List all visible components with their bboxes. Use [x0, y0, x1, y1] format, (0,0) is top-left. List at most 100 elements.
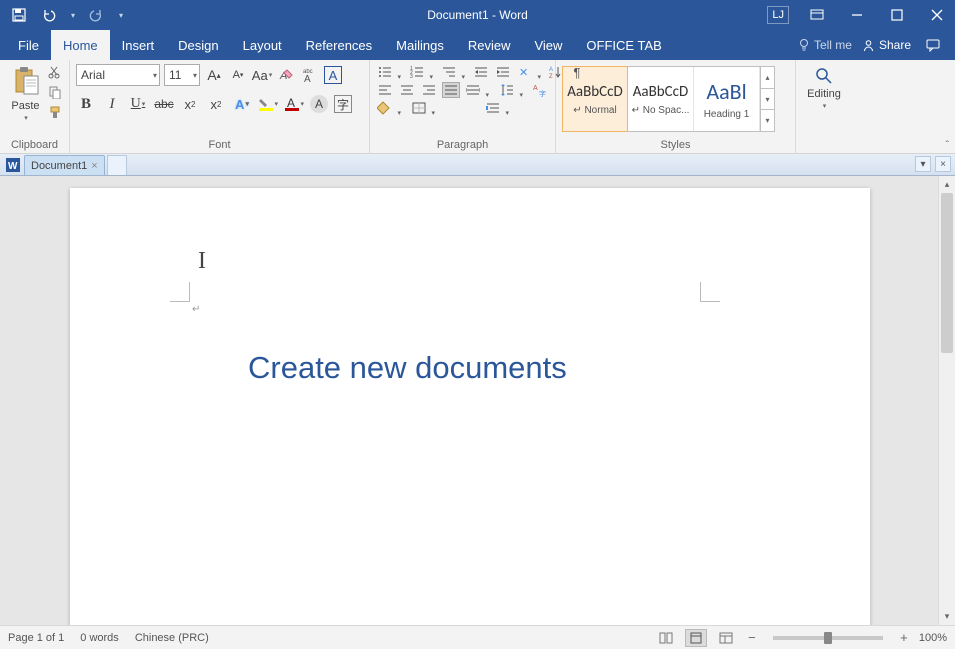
tab-references[interactable]: References	[294, 30, 384, 60]
font-size-combo[interactable]: 11▾	[164, 64, 200, 86]
increase-indent-icon[interactable]	[494, 64, 512, 80]
multilevel-list-icon[interactable]	[440, 64, 458, 80]
bold-button[interactable]: B	[76, 94, 96, 114]
tab-mailings[interactable]: Mailings	[384, 30, 456, 60]
cut-icon[interactable]	[47, 64, 63, 80]
share-icon	[862, 39, 875, 52]
share-button[interactable]: Share	[862, 38, 911, 52]
redo-icon[interactable]	[86, 0, 108, 30]
tab-view[interactable]: View	[522, 30, 574, 60]
status-words[interactable]: 0 words	[80, 632, 119, 644]
document-heading[interactable]: Create new documents	[248, 350, 567, 386]
tell-me-search[interactable]: Tell me	[798, 38, 852, 52]
undo-icon[interactable]	[38, 0, 60, 30]
page[interactable]: I ↵ Create new documents	[70, 188, 870, 625]
az-sort-icon[interactable]: A字	[530, 82, 548, 98]
word-app-icon: W	[6, 158, 20, 172]
document-tab[interactable]: Document1 ×	[24, 155, 105, 175]
sort-icon[interactable]: AZ	[546, 64, 564, 80]
scroll-down-icon[interactable]: ▾	[939, 608, 955, 625]
style-scroll-up-icon[interactable]: ▴	[761, 67, 774, 89]
editing-button[interactable]: Editing ▾	[804, 64, 844, 112]
shading-icon[interactable]	[376, 100, 394, 116]
character-shading-icon[interactable]: A	[310, 95, 328, 113]
tab-office-tab[interactable]: OFFICE TAB	[574, 30, 673, 60]
tab-menu-icon[interactable]: ▾	[915, 156, 931, 172]
clear-formatting-icon[interactable]: A	[276, 65, 296, 85]
status-language[interactable]: Chinese (PRC)	[135, 632, 209, 644]
tab-insert[interactable]: Insert	[110, 30, 167, 60]
justify-icon[interactable]	[442, 82, 460, 98]
paste-button[interactable]: Paste ▾	[6, 64, 45, 124]
style-scroll-down-icon[interactable]: ▾	[761, 89, 774, 111]
asian-layout-icon[interactable]: ✕	[516, 64, 534, 80]
document-canvas[interactable]: I ↵ Create new documents	[0, 176, 938, 625]
zoom-handle[interactable]	[824, 632, 832, 644]
collapse-ribbon-icon[interactable]: ˆ	[946, 140, 949, 151]
align-center-icon[interactable]	[398, 82, 416, 98]
text-effects-icon[interactable]: A▾	[232, 94, 252, 114]
paste-label: Paste	[11, 100, 39, 112]
scroll-thumb[interactable]	[941, 193, 953, 353]
borders-icon[interactable]	[410, 100, 428, 116]
ribbon-display-icon[interactable]	[799, 0, 835, 30]
change-case-icon[interactable]: Aa▾	[252, 65, 272, 85]
tab-review[interactable]: Review	[456, 30, 523, 60]
line-spacing-icon[interactable]	[498, 82, 516, 98]
close-icon[interactable]	[919, 0, 955, 30]
maximize-icon[interactable]	[879, 0, 915, 30]
web-layout-icon[interactable]	[715, 629, 737, 647]
paragraph-group-label: Paragraph	[370, 138, 555, 154]
user-initials[interactable]: LJ	[767, 6, 789, 24]
highlight-icon[interactable]: ▾	[258, 94, 278, 114]
snap-to-grid-icon[interactable]	[484, 100, 502, 116]
svg-text:✕: ✕	[519, 67, 528, 79]
copy-icon[interactable]	[47, 84, 63, 100]
font-color-icon[interactable]: A▾	[284, 94, 304, 114]
vertical-scrollbar[interactable]: ▴ ▾	[938, 176, 955, 625]
zoom-slider[interactable]	[773, 636, 883, 640]
zoom-in-button[interactable]: +	[897, 630, 911, 645]
format-painter-icon[interactable]	[47, 104, 63, 120]
bullets-icon[interactable]	[376, 64, 394, 80]
tab-file[interactable]: File	[6, 30, 51, 60]
undo-dropdown-icon[interactable]: ▾	[68, 0, 78, 30]
underline-button[interactable]: U▾	[128, 94, 148, 114]
character-border-icon[interactable]: A	[324, 66, 342, 84]
align-right-icon[interactable]	[420, 82, 438, 98]
status-page[interactable]: Page 1 of 1	[8, 632, 64, 644]
print-layout-icon[interactable]	[685, 629, 707, 647]
zoom-out-button[interactable]: −	[745, 630, 759, 645]
tab-home[interactable]: Home	[51, 30, 110, 60]
read-mode-icon[interactable]	[655, 629, 677, 647]
grow-font-icon[interactable]: A▴	[204, 65, 224, 85]
decrease-indent-icon[interactable]	[472, 64, 490, 80]
numbering-icon[interactable]: 123	[408, 64, 426, 80]
minimize-icon[interactable]	[839, 0, 875, 30]
subscript-button[interactable]: x2	[180, 94, 200, 114]
style-expand-icon[interactable]: ▾	[761, 110, 774, 131]
italic-button[interactable]: I	[102, 94, 122, 114]
save-icon[interactable]	[8, 0, 30, 30]
zoom-level[interactable]: 100%	[919, 632, 947, 644]
show-hide-marks-icon[interactable]: ¶	[568, 64, 586, 80]
scroll-up-icon[interactable]: ▴	[939, 176, 955, 193]
font-name-combo[interactable]: Arial▾	[76, 64, 160, 86]
document-tab-close-icon[interactable]: ×	[91, 160, 97, 172]
tab-close-all-icon[interactable]: ×	[935, 156, 951, 172]
strikethrough-button[interactable]: abc	[154, 94, 174, 114]
align-left-icon[interactable]	[376, 82, 394, 98]
qat-customize-icon[interactable]: ▾	[116, 0, 126, 30]
phonetic-guide-icon[interactable]: abcA	[300, 65, 320, 85]
distributed-icon[interactable]	[464, 82, 482, 98]
group-clipboard: Paste ▾ Clipboard	[0, 60, 70, 154]
tab-design[interactable]: Design	[166, 30, 230, 60]
tab-layout[interactable]: Layout	[231, 30, 294, 60]
shrink-font-icon[interactable]: A▾	[228, 65, 248, 85]
comments-icon[interactable]	[921, 30, 945, 60]
superscript-button[interactable]: x2	[206, 94, 226, 114]
enclose-character-icon[interactable]: 字	[334, 95, 352, 113]
style-no-spacing[interactable]: AaBbCcD ↵ No Spac...	[628, 67, 694, 131]
new-tab-button[interactable]	[107, 155, 127, 175]
style-heading-1[interactable]: AaBl Heading 1	[694, 67, 760, 131]
